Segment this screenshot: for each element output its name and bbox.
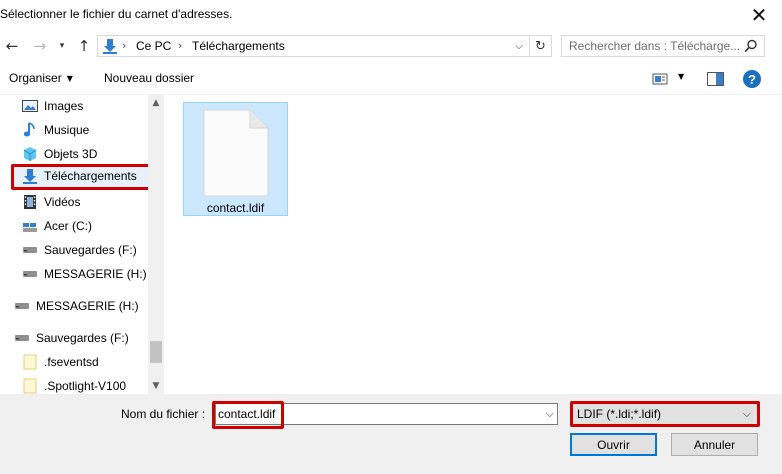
breadcrumb-ce-pc[interactable]: Ce PC bbox=[136, 39, 171, 53]
breadcrumb-downloads[interactable]: Téléchargements bbox=[192, 39, 285, 53]
drive-icon bbox=[22, 242, 38, 258]
back-arrow-icon[interactable]: ← bbox=[2, 36, 22, 56]
scroll-up-icon[interactable]: ▲ bbox=[148, 95, 164, 111]
drive-icon bbox=[22, 266, 38, 282]
sidebar-item-label: Acer (C:) bbox=[44, 219, 92, 233]
sidebar-item-label: MESSAGERIE (H:) bbox=[44, 267, 147, 281]
search-icon[interactable] bbox=[744, 39, 758, 53]
sidebar-item-3d-objects[interactable]: Objets 3D bbox=[22, 143, 97, 165]
file-item-contact-ldif[interactable]: contact.ldif bbox=[183, 102, 288, 216]
windows-drive-icon bbox=[22, 218, 38, 234]
change-view-icon[interactable] bbox=[652, 72, 668, 86]
sidebar-item-drive-h-root[interactable]: MESSAGERIE (H:) bbox=[14, 295, 139, 317]
refresh-icon[interactable]: ↻ bbox=[529, 36, 551, 56]
sidebar-item-images[interactable]: Images bbox=[22, 95, 83, 117]
filename-input[interactable] bbox=[218, 407, 518, 421]
filetype-select[interactable]: LDIF (*.ldi;*.ldif) ⌵ bbox=[572, 403, 758, 425]
sidebar-item-label: Sauvegardes (F:) bbox=[36, 331, 129, 345]
sidebar-item-label: .Spotlight-V100 bbox=[44, 379, 127, 393]
folder-icon bbox=[22, 378, 38, 394]
chevron-down-icon[interactable]: ⌵ bbox=[511, 38, 527, 54]
preview-pane-icon[interactable] bbox=[707, 72, 724, 86]
filetype-value: LDIF (*.ldi;*.ldif) bbox=[577, 407, 662, 421]
navigation-bar: ← → ▾ ↑ › Ce PC › Téléchargements ⌵ ↻ bbox=[0, 31, 782, 61]
search-box[interactable] bbox=[561, 35, 765, 57]
caret-down-icon: ▼ bbox=[66, 74, 73, 83]
view-options-caret-icon[interactable]: ▼ bbox=[678, 72, 684, 81]
command-toolbar: Organiser ▼ Nouveau dossier ▼ ? bbox=[0, 63, 782, 95]
organize-button[interactable]: Organiser ▼ bbox=[9, 71, 73, 85]
drive-icon bbox=[14, 330, 30, 346]
sidebar-scrollbar[interactable]: ▲ ▼ bbox=[148, 95, 164, 394]
file-list: contact.ldif bbox=[164, 95, 782, 394]
breadcrumb-separator: › bbox=[122, 39, 127, 52]
title-bar: Sélectionner le fichier du carnet d'adre… bbox=[0, 0, 782, 30]
chevron-down-icon[interactable]: ⌵ bbox=[743, 407, 751, 421]
sidebar-item-label: Images bbox=[44, 99, 84, 113]
file-selection-panel: Nom du fichier : ⌵ LDIF (*.ldi;*.ldif) ⌵… bbox=[0, 394, 782, 474]
sidebar-item-label: Téléchargements bbox=[44, 169, 137, 183]
file-name-label: contact.ldif bbox=[206, 201, 265, 215]
downloads-icon bbox=[102, 38, 118, 54]
document-icon bbox=[203, 109, 269, 197]
scrollbar-thumb[interactable] bbox=[150, 341, 162, 363]
cancel-button[interactable]: Annuler bbox=[671, 433, 758, 456]
close-icon[interactable]: ✕ bbox=[736, 0, 782, 30]
sidebar-item-drive-c[interactable]: Acer (C:) bbox=[22, 215, 92, 237]
sidebar-item-drive-h[interactable]: MESSAGERIE (H:) bbox=[22, 263, 147, 285]
sidebar-item-spotlight[interactable]: .Spotlight-V100 bbox=[22, 375, 126, 394]
sidebar-item-label: Vidéos bbox=[44, 195, 81, 209]
sidebar-item-fseventsd[interactable]: .fseventsd bbox=[22, 351, 99, 373]
sidebar-item-drive-f[interactable]: Sauvegardes (F:) bbox=[22, 239, 137, 261]
chevron-down-icon[interactable]: ⌵ bbox=[546, 407, 554, 421]
filename-label: Nom du fichier : bbox=[121, 407, 206, 421]
forward-arrow-icon[interactable]: → bbox=[30, 36, 50, 56]
downloads-icon bbox=[22, 168, 38, 184]
sidebar-item-music[interactable]: Musique bbox=[22, 119, 89, 141]
sidebar-item-label: MESSAGERIE (H:) bbox=[36, 299, 139, 313]
music-icon bbox=[22, 122, 38, 138]
up-arrow-icon[interactable]: ↑ bbox=[74, 36, 94, 56]
filename-combobox[interactable]: ⌵ bbox=[215, 403, 558, 425]
recent-locations-chevron-icon[interactable]: ▾ bbox=[55, 36, 69, 56]
scroll-down-icon[interactable]: ▼ bbox=[148, 378, 164, 394]
images-icon bbox=[22, 98, 38, 114]
navigation-pane: Images Musique Objets 3D Téléchargements… bbox=[0, 95, 164, 394]
search-input[interactable] bbox=[569, 39, 744, 53]
sidebar-item-videos[interactable]: Vidéos bbox=[22, 191, 80, 213]
drive-icon bbox=[14, 298, 30, 314]
new-folder-button[interactable]: Nouveau dossier bbox=[104, 71, 194, 85]
sidebar-item-label: Sauvegardes (F:) bbox=[44, 243, 137, 257]
address-bar[interactable]: › Ce PC › Téléchargements ⌵ ↻ bbox=[97, 35, 552, 57]
folder-icon bbox=[22, 354, 38, 370]
sidebar-item-drive-f-root[interactable]: Sauvegardes (F:) bbox=[14, 327, 129, 349]
breadcrumb-separator: › bbox=[178, 39, 183, 52]
help-icon[interactable]: ? bbox=[743, 70, 761, 88]
open-button[interactable]: Ouvrir bbox=[570, 433, 657, 456]
videos-icon bbox=[22, 194, 38, 210]
sidebar-item-label: Musique bbox=[44, 123, 90, 137]
sidebar-item-downloads[interactable]: Téléchargements bbox=[13, 165, 149, 187]
sidebar-item-label: .fseventsd bbox=[44, 355, 99, 369]
organize-label: Organiser bbox=[9, 71, 62, 85]
objects-3d-icon bbox=[22, 146, 38, 162]
window-title: Sélectionner le fichier du carnet d'adre… bbox=[0, 7, 233, 21]
sidebar-item-label: Objets 3D bbox=[44, 147, 98, 161]
